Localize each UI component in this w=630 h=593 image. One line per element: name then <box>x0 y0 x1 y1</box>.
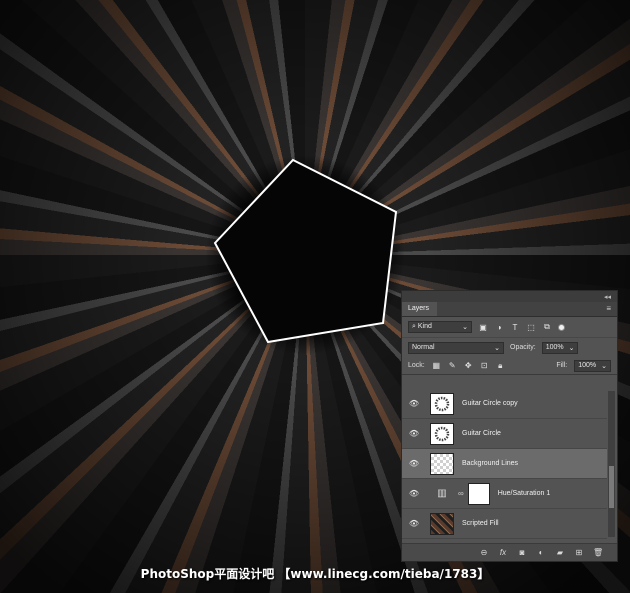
shape-filter-icon[interactable]: ⬚ <box>526 322 536 332</box>
filter-kind-label: Kind <box>417 323 432 330</box>
layers-scrollbar[interactable] <box>608 391 615 537</box>
chain-link-icon[interactable]: ∞ <box>458 489 464 498</box>
lock-artboard-icon[interactable]: ⊡ <box>480 361 489 370</box>
panel-title-bar[interactable]: ◂◂ <box>402 291 617 302</box>
image-filter-icon[interactable]: ▣ <box>478 322 488 332</box>
panel-bottom-toolbar: ⊖ fx ◙ ◐ ▰ ⊞ 🗑︎ <box>402 543 617 561</box>
link-layers-icon[interactable]: ⊖ <box>479 548 489 557</box>
delete-layer-icon[interactable]: 🗑︎ <box>593 548 603 557</box>
smart-object-filter-icon[interactable]: ⧉ <box>542 322 552 332</box>
lock-position-icon[interactable]: ✥ <box>464 361 473 370</box>
new-adjustment-icon[interactable]: ◐ <box>536 548 546 557</box>
guitar-circle-thumb-icon <box>434 396 450 411</box>
lock-image-pixels-icon[interactable]: ✎ <box>448 361 457 370</box>
visibility-eye-icon[interactable]: 👁︎ <box>408 429 420 438</box>
visibility-eye-icon[interactable]: 👁︎ <box>408 519 420 528</box>
filter-kind-select[interactable]: ⌕ Kind ⌄ <box>408 321 472 333</box>
lock-all-icon[interactable]: 🔒︎ <box>496 361 505 370</box>
layer-name: Background Lines <box>462 460 519 467</box>
watermark-caption: PhotoShop平面设计吧 【www.linecg.com/tieba/178… <box>140 567 490 581</box>
visibility-eye-icon[interactable]: 👁︎ <box>408 489 420 498</box>
scrollbar-thumb[interactable] <box>609 466 614 508</box>
layer-thumbnail <box>430 422 454 445</box>
add-mask-icon[interactable]: ◙ <box>517 548 527 557</box>
lock-label: Lock: <box>408 362 425 369</box>
guitar-circle-thumb-icon <box>434 426 450 441</box>
lock-transparent-pixels-icon[interactable]: ▦ <box>432 361 441 370</box>
layer-name: Hue/Saturation 1 <box>497 490 551 497</box>
layer-row[interactable]: 👁︎ ▥ ∞ Hue/Saturation 1 <box>402 479 607 509</box>
layer-thumbnail <box>430 392 454 415</box>
layer-thumbnail <box>430 512 454 535</box>
chevron-down-icon: ⌄ <box>494 344 500 352</box>
opacity-field[interactable]: 100% ⌄ <box>541 341 579 354</box>
layer-thumbnail <box>430 452 454 475</box>
fill-field[interactable]: 100% ⌄ <box>574 359 611 372</box>
opacity-value: 100% <box>545 344 564 351</box>
new-group-icon[interactable]: ▰ <box>555 548 565 557</box>
layer-row[interactable]: 👁︎ Guitar Circle <box>402 419 607 449</box>
blend-mode-value: Normal <box>412 344 435 351</box>
layers-panel: ◂◂ Layers ≡ ⌕ Kind ⌄ ▣ ◑ T ⬚ ⧉ Normal ⌄ … <box>401 290 618 562</box>
filter-toggle[interactable] <box>558 323 565 331</box>
layer-name: Guitar Circle copy <box>462 400 518 407</box>
blend-row: Normal ⌄ Opacity: 100% ⌄ <box>402 338 617 357</box>
chevron-down-icon: ⌄ <box>462 324 468 331</box>
fill-value: 100% <box>578 362 597 369</box>
pentagon-outline <box>213 158 398 344</box>
fill-label: Fill: <box>556 362 568 369</box>
new-layer-icon[interactable]: ⊞ <box>574 548 584 557</box>
panel-menu-icon[interactable]: ≡ <box>606 302 617 316</box>
adjustment-filter-icon[interactable]: ◑ <box>494 322 504 332</box>
layer-mask-thumbnail[interactable] <box>467 482 490 505</box>
panel-tab-row: Layers ≡ <box>402 302 617 317</box>
visibility-eye-icon[interactable]: 👁︎ <box>408 459 420 468</box>
filter-row: ⌕ Kind ⌄ ▣ ◑ T ⬚ ⧉ <box>402 317 617 338</box>
fx-icon[interactable]: fx <box>498 548 508 557</box>
collapse-icon[interactable]: ◂◂ <box>604 293 611 301</box>
chevron-down-icon: ⌄ <box>568 344 575 352</box>
visibility-eye-icon[interactable]: 👁︎ <box>408 399 420 408</box>
type-filter-icon[interactable]: T <box>510 322 520 332</box>
layer-name: Scripted Fill <box>462 520 499 527</box>
layer-name: Guitar Circle <box>462 430 501 437</box>
layer-row[interactable]: 👁︎ Scripted Fill <box>402 509 607 539</box>
layer-row[interactable]: 👁︎ Guitar Circle copy <box>402 389 607 419</box>
lock-row: Lock: ▦ ✎ ✥ ⊡ 🔒︎ Fill: 100% ⌄ <box>402 357 617 375</box>
search-icon: ⌕ <box>412 323 416 330</box>
layer-row-selected[interactable]: 👁︎ Background Lines <box>402 449 607 479</box>
layers-list: 👁︎ Guitar Circle copy 👁︎ Guitar Circle 👁… <box>402 389 607 539</box>
blend-mode-select[interactable]: Normal ⌄ <box>408 341 504 354</box>
tab-layers[interactable]: Layers <box>402 302 438 316</box>
hue-saturation-adjustment-icon: ▥ <box>437 488 447 499</box>
chevron-down-icon: ⌄ <box>601 362 607 370</box>
opacity-label: Opacity: <box>510 344 536 351</box>
